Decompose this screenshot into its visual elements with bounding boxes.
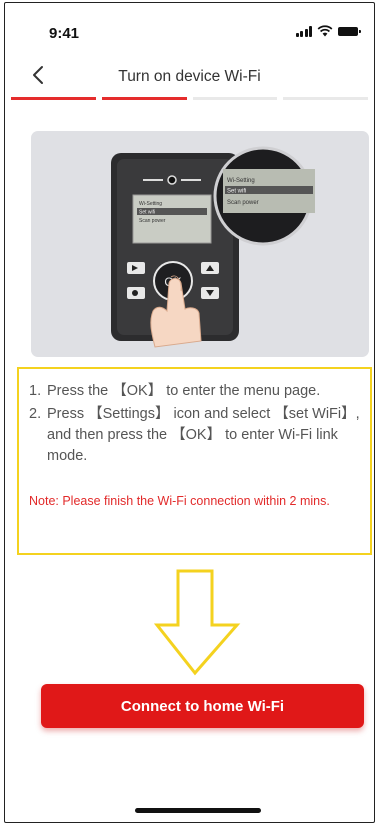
signal-icon (295, 25, 312, 37)
nav-bar: Turn on device Wi-Fi (5, 59, 374, 97)
instructions-box: 1. Press the 【OK】 to enter the menu page… (17, 367, 372, 555)
instruction-steps: 1. Press the 【OK】 to enter the menu page… (29, 381, 360, 467)
home-indicator (135, 808, 261, 813)
progress-segment (283, 97, 368, 100)
instruction-step: 1. Press the 【OK】 to enter the menu page… (29, 381, 360, 402)
magnified-menu-item: Set wifi (227, 189, 246, 195)
device-illustration: Wi-Setting Set wifi Scan power OK Wi-Set… (31, 131, 369, 357)
progress-segment (11, 97, 96, 100)
step-number: 1. (29, 383, 42, 399)
screen-menu-item: Scan power (139, 218, 166, 224)
status-icons (295, 25, 361, 37)
step-progress (11, 97, 368, 100)
connect-home-wifi-button[interactable]: Connect to home Wi-Fi (41, 684, 364, 728)
battery-icon (338, 26, 361, 36)
warning-note: Note: Please finish the Wi-Fi connection… (29, 494, 330, 508)
status-time: 9:41 (49, 25, 80, 42)
screen-menu-item: Wi-Setting (139, 201, 162, 207)
magnified-menu-item: Scan power (227, 200, 259, 206)
device-illustration-graphic: Wi-Setting Set wifi Scan power OK Wi-Set… (111, 146, 315, 348)
arrow-down-icon (153, 569, 241, 676)
screen-menu-item: Set wifi (139, 210, 155, 216)
wifi-icon (317, 25, 333, 37)
page-title: Turn on device Wi-Fi (118, 68, 261, 85)
status-bar: 9:41 (5, 3, 374, 59)
progress-segment (192, 97, 278, 100)
step-number: 2. (29, 406, 42, 422)
step-text: Press 【Settings】 icon and select 【set Wi… (47, 406, 360, 464)
progress-segment (101, 97, 187, 100)
instruction-step: 2. Press 【Settings】 icon and select 【set… (29, 404, 360, 467)
phone-screen: 9:41 Turn on device Wi-Fi Wi-Setting Set… (4, 2, 375, 823)
step-text: Press the 【OK】 to enter the menu page. (47, 383, 321, 399)
magnified-menu-item: Wi-Setting (227, 178, 255, 184)
